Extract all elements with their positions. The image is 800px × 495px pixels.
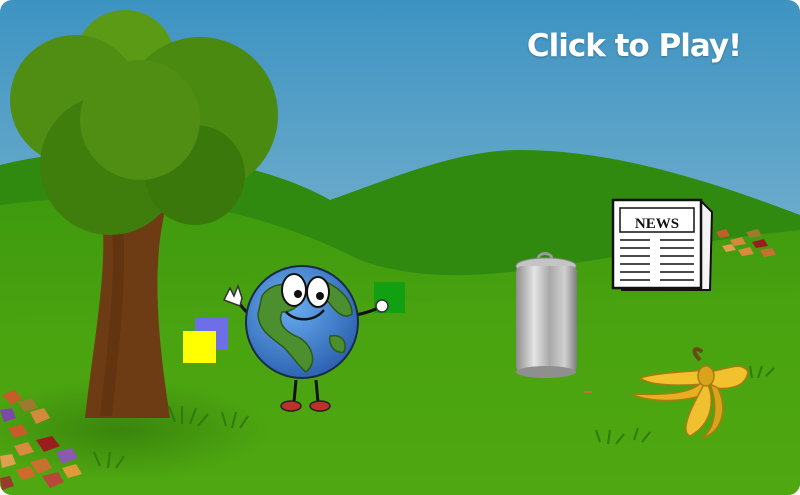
yellow-square[interactable] <box>183 331 216 363</box>
left-shoe <box>280 400 302 412</box>
click-to-play-button[interactable]: Click to Play! <box>520 28 748 64</box>
debris <box>584 391 592 393</box>
game-scene[interactable]: NEWS <box>0 0 800 495</box>
right-eye <box>306 276 330 308</box>
newspaper[interactable]: NEWS <box>611 198 714 291</box>
right-shoe <box>309 400 331 412</box>
right-glove <box>375 299 389 313</box>
game-canvas[interactable]: NEWS Click to Play! <box>0 0 800 495</box>
left-eye <box>281 273 307 307</box>
aluminum-can[interactable] <box>515 252 577 379</box>
newspaper-headline: NEWS <box>635 216 679 232</box>
